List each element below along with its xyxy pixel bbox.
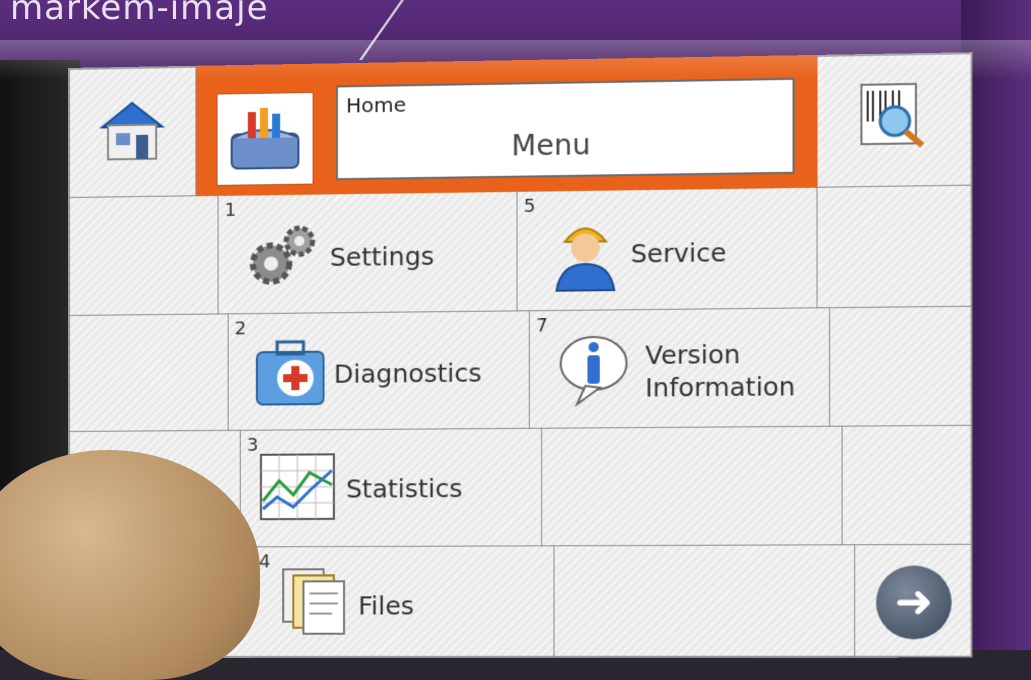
info-bubble-icon [554,331,632,409]
item-number: 2 [235,318,247,339]
menu-item-label: Files [358,591,414,620]
empty-cell [830,307,973,427]
arrow-right-icon: ➜ [876,565,952,639]
home-button[interactable] [68,66,196,198]
gears-icon [243,219,324,296]
bezel-decor [279,0,404,60]
menu-item-label: Service [631,238,727,269]
menu-item-label: Settings [330,242,434,273]
item-number: 5 [524,196,536,217]
menu-item-label-line2: Information [645,372,795,403]
toolbox-button[interactable] [217,92,314,186]
files-icon [279,563,350,638]
empty-cell [818,186,973,309]
menu-item-statistics[interactable]: 3 Statistics [241,429,542,548]
menu-item-version-information[interactable]: 7 Version Information [530,308,830,429]
empty-cell [554,545,855,658]
menu-item-files[interactable]: 4 Files [253,546,555,658]
menu-item-diagnostics[interactable]: 2 Diagnostics [229,311,530,431]
menu-item-label: Version [645,340,740,370]
empty-cell [68,196,219,316]
toolbox-icon [226,103,305,175]
header-bar: Home Menu [196,55,817,196]
item-number: 4 [259,551,271,572]
title-box: Home Menu [336,78,795,180]
breadcrumb: Home [346,92,406,117]
technician-icon [552,211,618,293]
menu-item-service[interactable]: 5 Service [518,188,818,312]
brand-lettering: markem-imaje [10,0,268,28]
item-number: 7 [536,315,548,336]
magnifier-barcode-icon [857,80,930,153]
search-button[interactable] [818,52,973,188]
empty-cell [843,426,973,546]
empty-cell [68,314,229,432]
next-page-button[interactable]: ➜ [855,545,973,658]
item-number: 1 [225,200,237,221]
medical-kit-icon [251,335,332,408]
menu-item-settings[interactable]: 1 Settings [219,192,518,315]
page-title: Menu [511,128,590,163]
chart-icon [257,450,338,523]
house-icon [94,96,170,163]
empty-cell [542,427,842,547]
menu-item-label: Diagnostics [334,358,482,389]
menu-item-label: Statistics [346,474,462,504]
